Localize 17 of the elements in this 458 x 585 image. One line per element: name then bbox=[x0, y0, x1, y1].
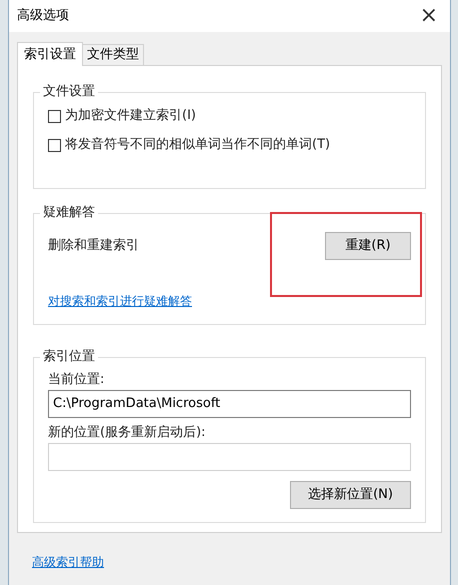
checkbox[interactable] bbox=[48, 110, 61, 122]
help-link[interactable]: 高级索引帮助 bbox=[32, 553, 104, 571]
new-location-field[interactable] bbox=[48, 443, 411, 471]
current-location-label: 当前位置: bbox=[48, 371, 106, 389]
checkbox-label: 为加密文件建立索引(I) bbox=[65, 107, 196, 126]
checkbox-label: 将发音符号不同的相似单词当作不同的单词(T) bbox=[65, 136, 330, 154]
rebuild-button[interactable]: 重建(R) bbox=[325, 232, 411, 260]
new-location-label: 新的位置(服务重新启动后): bbox=[48, 424, 207, 442]
rebuild-label: 删除和重建索引 bbox=[48, 237, 139, 256]
tab[interactable]: 文件类型 bbox=[83, 44, 144, 65]
tab[interactable]: 索引设置 bbox=[17, 42, 83, 66]
close-button[interactable]: × bbox=[418, 5, 440, 27]
troubleshoot-link[interactable]: 对搜索和索引进行疑难解答 bbox=[48, 292, 192, 310]
choose-location-button[interactable]: 选择新位置(N) bbox=[290, 481, 411, 509]
window-title: 高级选项 bbox=[17, 7, 69, 26]
current-location-field[interactable]: C:\ProgramData\Microsoft bbox=[48, 390, 411, 418]
checkbox[interactable] bbox=[48, 138, 61, 152]
